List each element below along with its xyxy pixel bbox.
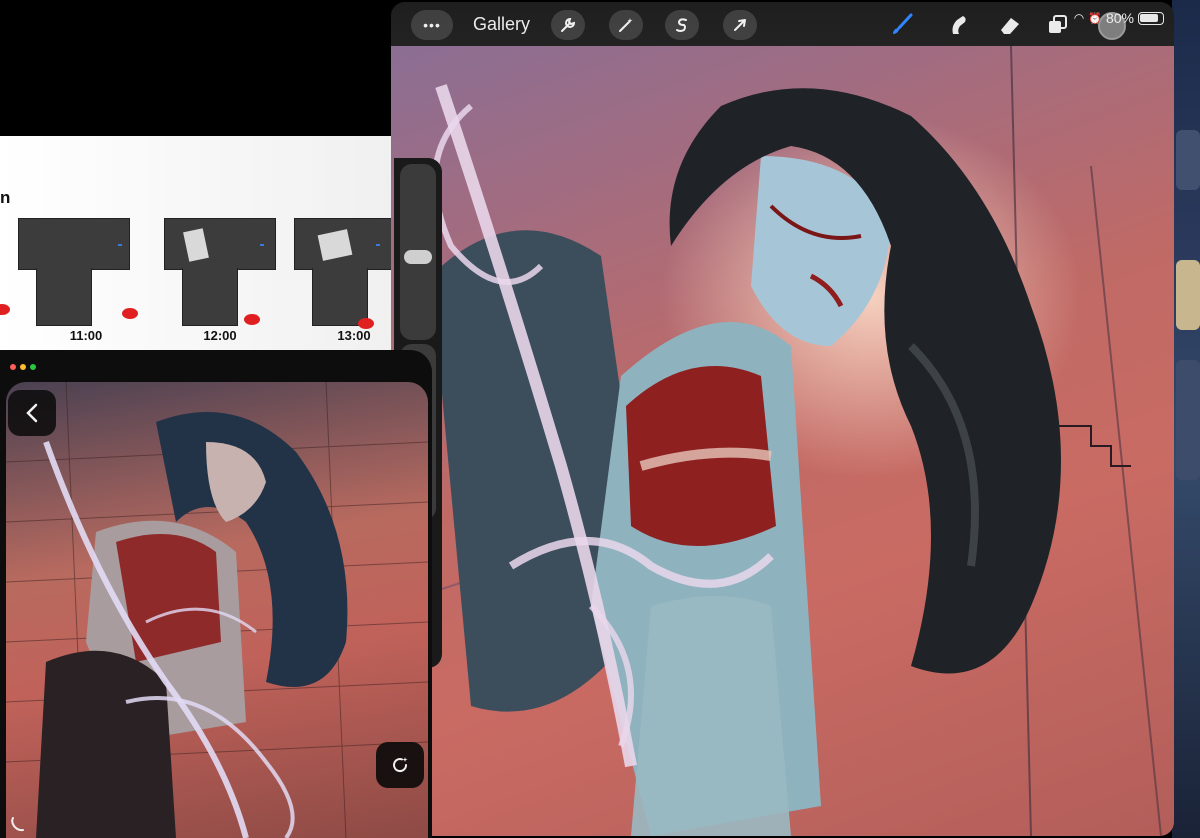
smudge-button[interactable] <box>939 8 977 42</box>
battery-percent: 80% <box>1105 10 1134 26</box>
smudge-icon <box>952 16 966 34</box>
transform-button[interactable] <box>723 10 757 40</box>
floorplan-frame-1200 <box>160 218 280 328</box>
alarm-icon: ⏰ <box>1088 12 1102 25</box>
drawing-canvas[interactable] <box>391 46 1174 836</box>
sun-marker <box>0 304 10 315</box>
layers-button[interactable] <box>1039 8 1077 42</box>
brush-button[interactable] <box>883 8 921 42</box>
back-button[interactable] <box>8 390 56 436</box>
floorplan-room <box>312 268 368 326</box>
painting-artwork <box>391 46 1162 836</box>
floorplan-marker <box>118 244 122 246</box>
floorplan-room <box>36 268 92 326</box>
desktop-background <box>1172 0 1200 838</box>
desktop-window-fragment <box>1176 360 1200 480</box>
reference-window <box>0 350 432 838</box>
floorplan-room <box>182 268 238 326</box>
phone-icon <box>11 817 24 832</box>
time-label: 11:00 <box>69 328 103 343</box>
refresh-sparkle-icon <box>393 757 408 773</box>
selection-s-icon <box>676 18 687 32</box>
reference-image <box>6 382 428 838</box>
more-options-button[interactable]: ••• <box>411 10 453 40</box>
gallery-button[interactable]: Gallery <box>473 14 530 35</box>
floorplan-room <box>18 218 130 270</box>
eraser-button[interactable] <box>991 8 1029 42</box>
chevron-left-icon <box>26 403 38 423</box>
floorplan-frame-1300 <box>290 218 392 328</box>
close-dot[interactable] <box>10 364 16 370</box>
actions-button[interactable] <box>551 10 585 40</box>
selection-button[interactable] <box>665 10 699 40</box>
brush-icon <box>893 13 913 34</box>
floorplan-marker <box>376 244 380 246</box>
procreate-toolbar: ••• Gallery ◠ ⏰ 80% <box>391 2 1174 46</box>
magic-wand-icon <box>619 18 633 32</box>
floorplan-marker <box>260 244 264 246</box>
desktop-window-fragment <box>1176 260 1200 330</box>
procreate-window: ••• Gallery ◠ ⏰ 80% <box>391 2 1174 836</box>
status-bar: ◠ ⏰ 80% <box>1074 8 1164 28</box>
sun-marker <box>244 314 260 325</box>
adjustments-button[interactable] <box>609 10 643 40</box>
transform-arrow-icon <box>734 19 746 31</box>
wifi-icon: ◠ <box>1073 11 1085 25</box>
minimize-dot[interactable] <box>20 364 26 370</box>
maximize-dot[interactable] <box>30 364 36 370</box>
panel-heading: n <box>0 188 11 207</box>
window-controls <box>10 364 36 370</box>
sun-study-panel: n 11:00 12:00 13:00 <box>0 136 392 350</box>
floorplan-frame-1100 <box>14 218 134 328</box>
more-icon: ••• <box>423 17 441 33</box>
refresh-search-button[interactable] <box>376 742 424 788</box>
battery-icon <box>1138 11 1164 25</box>
wrench-icon <box>561 17 576 32</box>
sun-marker <box>122 308 138 319</box>
slider-handle[interactable] <box>404 250 432 264</box>
reference-artwork <box>6 382 428 838</box>
eraser-icon <box>1001 18 1019 34</box>
time-label: 12:00 <box>203 328 237 343</box>
layers-icon <box>1049 15 1067 33</box>
time-label: 13:00 <box>337 328 371 343</box>
desktop-window-fragment <box>1176 130 1200 190</box>
